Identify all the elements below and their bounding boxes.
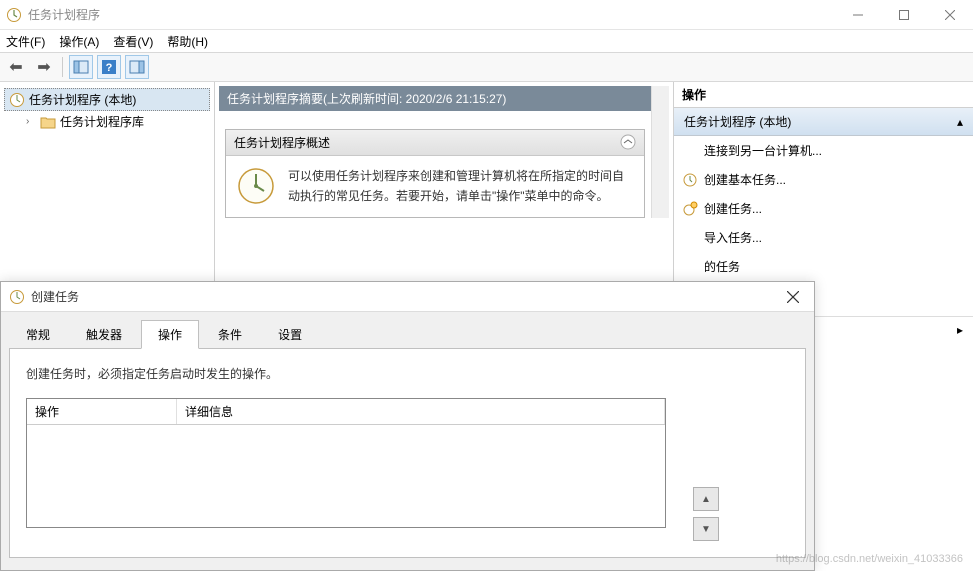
column-details[interactable]: 详细信息 (177, 399, 665, 424)
action-create-basic-task[interactable]: 创建基本任务... (674, 165, 973, 194)
move-down-button[interactable]: ▼ (693, 517, 719, 541)
action-label: 创建任务... (704, 200, 762, 217)
tree-library[interactable]: › 任务计划程序库 (4, 111, 210, 132)
maximize-button[interactable] (881, 0, 927, 30)
tab-description: 创建任务时，必须指定任务启动时发生的操作。 (26, 365, 789, 382)
summary-header: 任务计划程序摘要(上次刷新时间: 2020/2/6 21:15:27) (219, 86, 651, 111)
action-connect-computer[interactable]: 连接到另一台计算机... (674, 136, 973, 165)
center-scrollbar[interactable] (651, 86, 669, 218)
menu-help[interactable]: 帮助(H) (167, 33, 208, 50)
tree-library-label: 任务计划程序库 (60, 113, 144, 130)
actions-table[interactable]: 操作 详细信息 (26, 398, 666, 528)
overview-title-bar[interactable]: 任务计划程序概述 (226, 130, 644, 156)
dialog-close-button[interactable] (780, 284, 806, 310)
overview-text: 可以使用任务计划程序来创建和管理计算机将在所指定的时间自动执行的常见任务。若要开… (288, 166, 634, 207)
tab-body: 创建任务时，必须指定任务启动时发生的操作。 操作 详细信息 ▲ ▼ (9, 348, 806, 558)
tree-root[interactable]: 任务计划程序 (本地) (4, 88, 210, 111)
show-hide-console-tree-button[interactable] (69, 55, 93, 79)
action-label: 的任务 (704, 258, 740, 275)
dialog-titlebar[interactable]: 创建任务 (1, 282, 814, 312)
dialog-tabs: 常规 触发器 操作 条件 设置 (1, 312, 814, 349)
create-task-dialog: 创建任务 常规 触发器 操作 条件 设置 创建任务时，必须指定任务启动时发生的操… (0, 281, 815, 571)
dialog-icon (9, 289, 25, 305)
action-label: 导入任务... (704, 229, 762, 246)
folder-icon (40, 115, 56, 129)
overview-body: 可以使用任务计划程序来创建和管理计算机将在所指定的时间自动执行的常见任务。若要开… (226, 156, 644, 217)
svg-text:?: ? (106, 62, 113, 74)
move-up-button[interactable]: ▲ (693, 487, 719, 511)
menu-action[interactable]: 操作(A) (59, 33, 99, 50)
menu-view[interactable]: 查看(V) (113, 33, 153, 50)
expand-icon[interactable]: › (26, 116, 36, 127)
close-button[interactable] (927, 0, 973, 30)
minimize-button[interactable] (835, 0, 881, 30)
menu-file[interactable]: 文件(F) (6, 33, 45, 50)
actions-table-header: 操作 详细信息 (27, 399, 665, 425)
nav-back-button[interactable]: ⬅ (4, 55, 28, 79)
action-label: 连接到另一台计算机... (704, 142, 822, 159)
tab-general[interactable]: 常规 (9, 320, 67, 349)
tab-settings[interactable]: 设置 (261, 320, 319, 349)
dialog-title: 创建任务 (31, 288, 79, 305)
app-icon (6, 7, 22, 23)
dialog-title-left: 创建任务 (9, 288, 79, 305)
overview-title: 任务计划程序概述 (234, 134, 330, 151)
action-import-task[interactable]: 导入任务... (674, 223, 973, 252)
actions-group-title[interactable]: 任务计划程序 (本地) ▴ (674, 108, 973, 136)
overview-box: 任务计划程序概述 可以使用任务计划程序来创建和管理计算机将在所指定的时间自动执行… (225, 129, 645, 218)
action-label: 创建基本任务... (704, 171, 786, 188)
nav-forward-button[interactable]: ➡ (32, 55, 56, 79)
chevron-right-icon: ▸ (957, 323, 963, 337)
reorder-buttons: ▲ ▼ (693, 487, 719, 541)
actions-panel-title: 操作 (674, 82, 973, 108)
tab-actions[interactable]: 操作 (141, 320, 199, 349)
show-hide-action-pane-button[interactable] (125, 55, 149, 79)
new-task-icon (682, 201, 698, 217)
toolbar-separator (62, 57, 63, 77)
collapse-icon[interactable] (620, 134, 636, 151)
collapse-triangle-icon[interactable]: ▴ (957, 115, 963, 129)
watermark: https://blog.csdn.net/weixin_41033366 (776, 553, 963, 565)
tab-conditions[interactable]: 条件 (201, 320, 259, 349)
help-button[interactable]: ? (97, 55, 121, 79)
action-create-task[interactable]: 创建任务... (674, 194, 973, 223)
column-action[interactable]: 操作 (27, 399, 177, 424)
menu-bar: 文件(F) 操作(A) 查看(V) 帮助(H) (0, 30, 973, 52)
clock-icon (9, 92, 25, 108)
toolbar: ⬅ ➡ ? (0, 52, 973, 82)
window-titlebar: 任务计划程序 (0, 0, 973, 30)
tree-root-label: 任务计划程序 (本地) (29, 91, 136, 108)
tab-triggers[interactable]: 触发器 (69, 320, 139, 349)
actions-group-label: 任务计划程序 (本地) (684, 113, 791, 130)
clock-large-icon (236, 166, 276, 206)
action-partial-1[interactable]: 的任务 (674, 252, 973, 281)
titlebar-left: 任务计划程序 (0, 6, 100, 23)
window-title: 任务计划程序 (28, 6, 100, 23)
window-controls (835, 0, 973, 30)
clock-badge-icon (682, 172, 698, 188)
